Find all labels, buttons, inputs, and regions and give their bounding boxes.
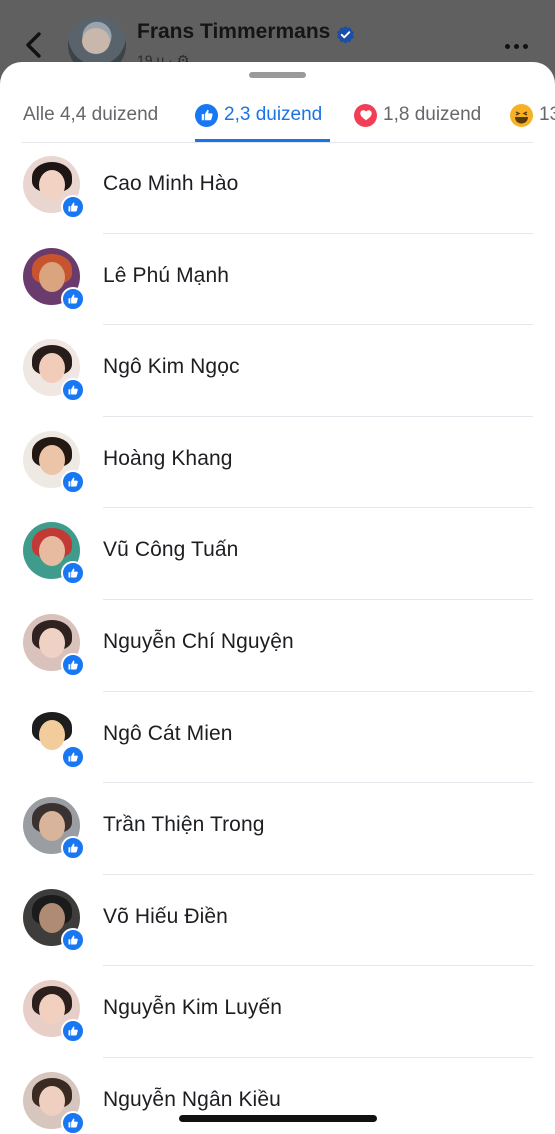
avatar-face xyxy=(39,444,65,475)
list-item[interactable]: Lê Phú Mạnh xyxy=(0,234,555,326)
like-badge-icon xyxy=(61,652,85,677)
like-badge-icon xyxy=(61,836,85,861)
avatar-face xyxy=(39,261,65,292)
tab-like[interactable]: 2,3 duizend xyxy=(195,88,322,142)
person-name[interactable]: Trần Thiện Trong xyxy=(103,813,265,837)
tab-haha-label: 13 xyxy=(539,104,555,125)
tab-haha[interactable]: 13 xyxy=(510,88,555,142)
like-badge-icon xyxy=(61,744,85,769)
sheet-grabber[interactable] xyxy=(249,72,306,78)
avatar-face xyxy=(39,994,65,1025)
tab-love[interactable]: 1,8 duizend xyxy=(354,88,481,142)
like-badge-icon xyxy=(61,1110,85,1134)
person-name[interactable]: Võ Hiếu Điền xyxy=(103,905,228,929)
avatar-face xyxy=(39,627,65,658)
like-badge-icon xyxy=(61,286,85,311)
more-options-button[interactable] xyxy=(505,36,535,52)
person-name[interactable]: Nguyễn Ngân Kiều xyxy=(103,1088,281,1112)
dot-icon xyxy=(514,44,519,49)
list-item[interactable]: Nguyễn Kim Luyến xyxy=(0,966,555,1058)
list-item[interactable]: Cao Minh Hào xyxy=(0,142,555,234)
back-button[interactable] xyxy=(20,30,48,60)
list-item[interactable]: Nguyễn Chí Nguyện xyxy=(0,600,555,692)
person-name[interactable]: Cao Minh Hào xyxy=(103,172,238,196)
list-item[interactable]: Nguyễn Ngân Kiều xyxy=(0,1058,555,1134)
reactions-sheet: Alle 4,4 duizend 2,3 duizend 1,8 duizend… xyxy=(0,62,555,1134)
screen: Frans Timmermans 19 u · ⚙ Alle 4,4 duize… xyxy=(0,0,555,1134)
home-indicator xyxy=(179,1115,377,1122)
person-name[interactable]: Vũ Công Tuấn xyxy=(103,538,238,562)
like-badge-icon xyxy=(61,195,85,219)
list-item[interactable]: Trần Thiện Trong xyxy=(0,783,555,875)
love-reaction-icon xyxy=(354,103,377,127)
person-name[interactable]: Ngô Cát Mien xyxy=(103,722,233,746)
verified-badge-icon xyxy=(336,25,355,44)
avatar-face xyxy=(39,170,65,200)
person-name[interactable]: Hoàng Khang xyxy=(103,447,233,471)
tab-love-label: 1,8 duizend xyxy=(383,104,482,125)
person-name[interactable]: Nguyễn Kim Luyến xyxy=(103,996,282,1020)
like-badge-icon xyxy=(61,561,85,586)
author-name[interactable]: Frans Timmermans xyxy=(137,20,330,44)
like-badge-icon xyxy=(61,378,85,403)
avatar-face xyxy=(39,811,65,842)
avatar-face xyxy=(39,536,65,567)
tab-all-label: Alle 4,4 duizend xyxy=(23,104,159,125)
avatar-face xyxy=(39,719,65,750)
list-item[interactable]: Ngô Kim Ngọc xyxy=(0,325,555,417)
like-badge-icon xyxy=(61,469,85,494)
avatar-face xyxy=(39,353,65,384)
avatar-face xyxy=(39,1085,65,1116)
tab-all[interactable]: Alle 4,4 duizend xyxy=(23,88,158,142)
like-badge-icon xyxy=(61,927,85,952)
like-badge-icon xyxy=(61,1019,85,1044)
list-item[interactable]: Vũ Công Tuấn xyxy=(0,508,555,600)
avatar-face xyxy=(39,902,65,933)
reaction-tabs: Alle 4,4 duizend 2,3 duizend 1,8 duizend… xyxy=(0,88,555,142)
tab-like-label: 2,3 duizend xyxy=(224,104,323,125)
chevron-left-icon xyxy=(26,32,41,58)
reactors-list: Cao Minh Hào Lê Phú Mạnh Ngô Kim Ngọc Ho… xyxy=(0,142,555,1134)
like-reaction-icon xyxy=(195,103,218,127)
list-item[interactable]: Võ Hiếu Điền xyxy=(0,875,555,967)
person-name[interactable]: Lê Phú Mạnh xyxy=(103,264,229,288)
dot-icon xyxy=(523,44,528,49)
list-item[interactable]: Hoàng Khang xyxy=(0,417,555,509)
dot-icon xyxy=(505,44,510,49)
list-item[interactable]: Ngô Cát Mien xyxy=(0,692,555,784)
haha-reaction-icon xyxy=(510,103,533,127)
person-name[interactable]: Ngô Kim Ngọc xyxy=(103,355,240,379)
person-name[interactable]: Nguyễn Chí Nguyện xyxy=(103,630,294,654)
